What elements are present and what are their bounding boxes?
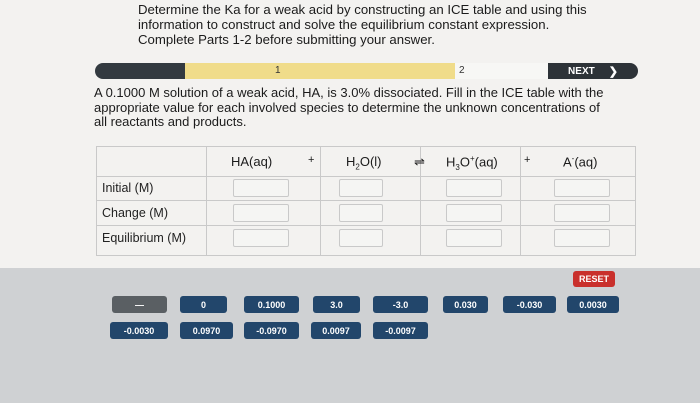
drop-h2o-initial[interactable] [339,179,383,197]
drop-h3o-initial[interactable] [446,179,502,197]
next-button[interactable]: NEXT ❯ [548,63,638,79]
answer-tile[interactable]: -3.0 [373,296,428,313]
instructions-text: Determine the Ka for a weak acid by cons… [138,2,587,47]
header-h2o: H2O(l) [346,154,382,172]
drop-h2o-change[interactable] [339,204,383,222]
ice-table: HA(aq) + H2O(l) ⇌ H3O+(aq) + A-(aq) Init… [96,146,636,256]
answer-tile[interactable]: -0.030 [503,296,556,313]
drop-ha-equilibrium[interactable] [233,229,289,247]
step-1-label: 1 [275,65,281,76]
drop-a-change[interactable] [554,204,610,222]
answer-tile[interactable]: 0.1000 [244,296,299,313]
drop-ha-change[interactable] [233,204,289,222]
answer-tile[interactable]: 0 [180,296,227,313]
answer-tile[interactable]: 0.0970 [180,322,233,339]
step-2-label: 2 [459,65,465,76]
reset-button[interactable]: RESET [573,271,615,287]
answer-tile[interactable]: 0.0030 [567,296,619,313]
progress-step-1[interactable] [185,63,455,79]
reset-label: RESET [578,274,609,284]
header-plus-2: + [524,154,531,166]
drop-h2o-equilibrium[interactable] [339,229,383,247]
answer-tile[interactable]: — [112,296,167,313]
answer-tile[interactable]: 0.0097 [311,322,361,339]
answer-tile[interactable]: -0.0097 [373,322,428,339]
equilibrium-arrow-icon: ⇌ [414,154,425,169]
answer-tile[interactable]: -0.0970 [244,322,299,339]
answer-tile[interactable]: -0.0030 [110,322,168,339]
row-label-change: Change (M) [102,206,168,220]
header-ha: HA(aq) [231,154,273,169]
row-label-equilibrium: Equilibrium (M) [102,231,187,245]
answer-tile[interactable]: 3.0 [313,296,360,313]
chevron-right-icon: ❯ [608,65,618,78]
next-label: NEXT [568,65,595,77]
drop-ha-initial[interactable] [233,179,289,197]
drop-h3o-change[interactable] [446,204,502,222]
drop-a-equilibrium[interactable] [554,229,610,247]
question-text: A 0.1000 M solution of a weak acid, HA, … [94,85,604,129]
drop-h3o-equilibrium[interactable] [446,229,502,247]
drop-a-initial[interactable] [554,179,610,197]
row-label-initial: Initial (M) [102,181,154,195]
answer-tile[interactable]: 0.030 [443,296,488,313]
header-h3o: H3O+(aq) [446,154,498,172]
header-plus-1: + [308,154,315,166]
header-a: A-(aq) [563,154,598,170]
